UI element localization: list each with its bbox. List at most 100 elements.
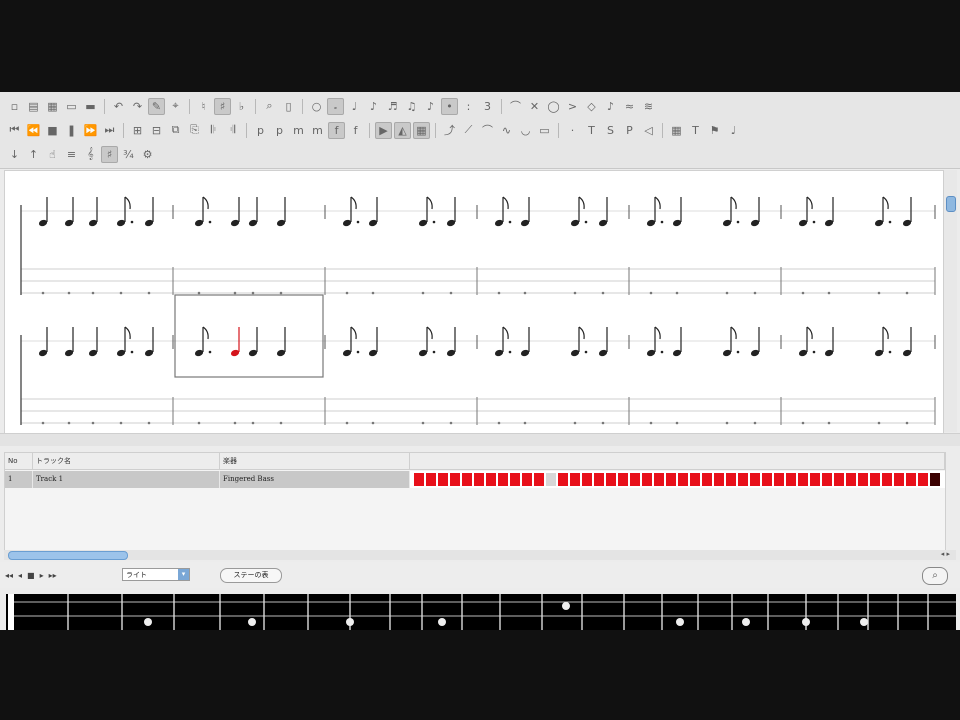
mode-select[interactable]: ライト ▾ <box>122 568 190 581</box>
grace-note-icon[interactable]: ♪ <box>602 98 619 115</box>
settings-button[interactable]: ステーの表 <box>220 568 282 583</box>
tablature-view-icon[interactable]: ♯ <box>214 97 231 115</box>
fretboard[interactable] <box>6 594 956 630</box>
measure-cell[interactable] <box>810 473 820 486</box>
previous-measure-icon[interactable]: ⏪ <box>25 122 42 139</box>
measure-cell[interactable] <box>438 473 448 486</box>
measure-cell[interactable] <box>474 473 484 486</box>
play-icon[interactable]: ▸ <box>40 571 44 580</box>
stroke-up-icon[interactable]: ↑ <box>25 146 42 163</box>
measure-cell[interactable] <box>714 473 724 486</box>
slapping-icon[interactable]: S <box>602 122 619 139</box>
track-horizontal-scrollbar[interactable]: ◂ ▸ <box>4 550 956 560</box>
stop-icon[interactable]: ■ <box>44 122 61 139</box>
column-header-measures[interactable] <box>410 453 945 470</box>
column-header-track-name[interactable]: トラック名 <box>33 453 220 470</box>
metronome-icon[interactable]: ◭ <box>394 121 411 139</box>
measure-cell[interactable] <box>726 473 736 486</box>
chevron-down-icon[interactable]: ▾ <box>178 569 189 580</box>
measure-cell[interactable] <box>678 473 688 486</box>
dynamics-pp-icon[interactable]: p <box>271 122 288 139</box>
double-dotted-icon[interactable]: : <box>460 98 477 115</box>
measure-cell[interactable] <box>774 473 784 486</box>
measure-cell[interactable] <box>546 473 556 486</box>
measure-cell[interactable] <box>762 473 772 486</box>
magnifier-icon[interactable]: ⌕ <box>922 567 948 585</box>
measure-cell[interactable] <box>450 473 460 486</box>
measure-cell[interactable] <box>894 473 904 486</box>
score-vertical-scrollbar[interactable] <box>943 170 957 432</box>
paste-measure-icon[interactable]: ⎘ <box>186 122 203 139</box>
key-signature-icon[interactable]: ♯ <box>101 145 118 163</box>
lyrics-icon[interactable]: ≡ <box>63 146 80 163</box>
measure-cell[interactable] <box>522 473 532 486</box>
accent-icon[interactable]: > <box>564 98 581 115</box>
measure-cell[interactable] <box>846 473 856 486</box>
tapping-icon[interactable]: T <box>583 122 600 139</box>
measure-cell[interactable] <box>882 473 892 486</box>
previous-measure-icon[interactable]: ◂ <box>18 571 22 580</box>
measure-cell[interactable] <box>534 473 544 486</box>
layout-icon[interactable]: ▯ <box>280 98 297 115</box>
natural-icon[interactable]: ♮ <box>195 98 212 115</box>
bend-icon[interactable]: ⤴ <box>441 122 458 139</box>
pane-splitter[interactable] <box>0 433 960 446</box>
score-canvas[interactable] <box>5 171 943 433</box>
marker-icon[interactable]: ⚑ <box>706 122 723 139</box>
measure-cell[interactable] <box>594 473 604 486</box>
repeat-open-icon[interactable]: 𝄆 <box>205 122 222 139</box>
measure-cell[interactable] <box>918 473 928 486</box>
track-measure-strip[interactable] <box>410 471 945 488</box>
measure-cell[interactable] <box>618 473 628 486</box>
measure-cell[interactable] <box>558 473 568 486</box>
measure-cell[interactable] <box>570 473 580 486</box>
chord-icon[interactable]: ▦ <box>668 122 685 139</box>
edit-mode-icon[interactable]: ✎ <box>148 97 165 115</box>
playback-icon[interactable]: ▶ <box>375 121 392 139</box>
time-signature-icon[interactable]: ¾ <box>120 146 137 163</box>
zoom-icon[interactable]: ⌕ <box>261 98 278 115</box>
measure-cell[interactable] <box>654 473 664 486</box>
tremolo-icon[interactable]: ≋ <box>640 98 657 115</box>
track-instrument[interactable]: Fingered Bass <box>220 471 410 488</box>
measure-cell[interactable] <box>930 473 940 486</box>
clef-icon[interactable]: 𝄞 <box>82 146 99 163</box>
measure-cell[interactable] <box>870 473 880 486</box>
dynamics-mf-icon[interactable]: m <box>309 122 326 139</box>
measure-cell[interactable] <box>498 473 508 486</box>
measure-cell[interactable] <box>786 473 796 486</box>
tuning-icon[interactable]: ⚙ <box>139 146 156 163</box>
dynamics-ff-icon[interactable]: f <box>347 122 364 139</box>
scroll-arrows-icon[interactable]: ◂ ▸ <box>941 550 950 558</box>
staccato-icon[interactable]: · <box>564 122 581 139</box>
measure-cell[interactable] <box>426 473 436 486</box>
thirty-second-note-icon[interactable]: ♫ <box>403 98 420 115</box>
tie-icon[interactable]: ⌒ <box>507 98 524 115</box>
measure-cell[interactable] <box>666 473 676 486</box>
stroke-down-icon[interactable]: ↓ <box>6 146 23 163</box>
next-measure-icon[interactable]: ⏩ <box>82 122 99 139</box>
measure-cell[interactable] <box>690 473 700 486</box>
dead-note-icon[interactable]: ✕ <box>526 98 543 115</box>
measure-cell[interactable] <box>750 473 760 486</box>
track-number[interactable]: 1 <box>5 471 33 488</box>
save-icon[interactable]: ▦ <box>44 98 61 115</box>
score-view[interactable] <box>4 170 944 434</box>
tempo-icon[interactable]: ♩ <box>725 122 742 139</box>
measure-cell[interactable] <box>486 473 496 486</box>
palm-mute-icon[interactable]: ▭ <box>536 122 553 139</box>
remove-measure-icon[interactable]: ⊟ <box>148 122 165 139</box>
scroll-thumb[interactable] <box>8 551 128 560</box>
last-measure-icon[interactable]: ⏭ <box>101 122 118 139</box>
score-view-icon[interactable]: ♭ <box>233 98 250 115</box>
let-ring-icon[interactable]: ◡ <box>517 122 534 139</box>
track-name[interactable]: Track 1 <box>33 471 220 488</box>
sixteenth-note-icon[interactable]: ♬ <box>384 98 401 115</box>
harmonic-icon[interactable]: ◇ <box>583 98 600 115</box>
popping-icon[interactable]: P <box>621 122 638 139</box>
measure-cell[interactable] <box>702 473 712 486</box>
copy-measure-icon[interactable]: ⧉ <box>167 122 184 139</box>
repeat-close-icon[interactable]: 𝄇 <box>224 122 241 139</box>
measure-cell[interactable] <box>582 473 592 486</box>
measure-cell[interactable] <box>630 473 640 486</box>
